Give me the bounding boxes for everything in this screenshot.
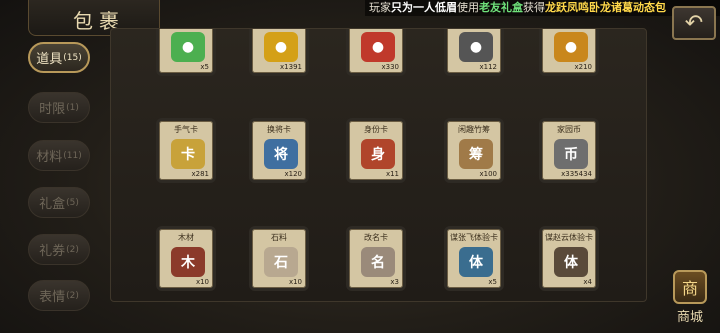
mall-icon-glyph: 商 <box>681 279 698 298</box>
item-slot[interactable]: ● x112 <box>444 29 504 76</box>
mall-icon: 商 <box>673 270 707 304</box>
tab-count: (2) <box>66 244 79 255</box>
tab-0[interactable]: 道具 (15) <box>28 42 90 73</box>
item-icon: 名 <box>361 247 395 277</box>
item-slot[interactable]: ● x210 <box>539 29 599 76</box>
broadcast-marquee: 玩家只为一人低眉使用老友礼盒获得龙跃凤鸣卧龙诸葛动态包 <box>365 0 720 16</box>
item-quantity: x5 <box>200 63 209 71</box>
item-slot[interactable]: 谋赵云体验卡体 x4 <box>539 226 599 291</box>
inventory-panel[interactable]: ● x5 ● x1391 ● x330 ● x112 ● x210 手气卡卡 x281 换将卡将 x120… <box>110 28 647 302</box>
marquee-verb: 获得 <box>523 1 545 14</box>
item-icon: 筹 <box>459 139 493 169</box>
back-button[interactable]: ↶ <box>672 6 716 40</box>
mall-label: 商城 <box>676 310 703 325</box>
item-slot[interactable]: 谋张飞体验卡体 x5 <box>444 226 504 291</box>
tab-3[interactable]: 礼盒 (5) <box>28 187 90 218</box>
tab-label: 时限 <box>39 102 66 117</box>
mall-button[interactable]: 商 商城 <box>664 270 716 328</box>
marquee-reward: 龙跃凤鸣 <box>545 1 589 14</box>
tab-count: (2) <box>66 290 79 301</box>
item-name: 木材 <box>178 233 194 242</box>
item-icon: 将 <box>264 139 298 169</box>
item-slot[interactable]: 手气卡卡 x281 <box>156 118 216 183</box>
item-quantity: x210 <box>574 63 592 71</box>
marquee-prefix: 玩家 <box>369 1 391 14</box>
item-slot[interactable]: 石料石 x10 <box>249 226 309 291</box>
item-slot[interactable]: ● x1391 <box>249 29 309 76</box>
tab-count: (11) <box>63 150 82 161</box>
item-icon: ● <box>264 32 298 62</box>
item-name: 石料 <box>271 233 287 242</box>
item-slot[interactable]: 家园币币 x335434 <box>539 118 599 183</box>
back-icon: ↶ <box>684 10 704 36</box>
tab-label: 礼盒 <box>39 197 66 212</box>
item-quantity: x10 <box>288 278 302 286</box>
item-quantity: x112 <box>479 63 497 71</box>
item-slot[interactable]: 闲趣竹筹筹 x100 <box>444 118 504 183</box>
item-slot[interactable]: ● x5 <box>156 29 216 76</box>
item-name: 家园币 <box>557 125 581 134</box>
item-icon: 石 <box>264 247 298 277</box>
item-quantity: x281 <box>191 170 209 178</box>
item-slot[interactable]: ● x330 <box>346 29 406 76</box>
item-icon: 卡 <box>171 139 205 169</box>
item-quantity: x10 <box>195 278 209 286</box>
tab-count: (5) <box>66 197 79 208</box>
item-icon: ● <box>554 32 588 62</box>
item-name: 换将卡 <box>267 125 291 134</box>
item-name: 手气卡 <box>174 125 198 134</box>
marquee-middle: 使用 <box>457 1 479 14</box>
item-name: 谋赵云体验卡 <box>545 233 593 242</box>
item-quantity: x5 <box>488 278 497 286</box>
item-slot[interactable]: 改名卡名 x3 <box>346 226 406 291</box>
item-quantity: x1391 <box>280 63 302 71</box>
tab-count: (1) <box>66 102 79 113</box>
item-icon: 体 <box>459 247 493 277</box>
item-icon: ● <box>459 32 493 62</box>
tab-label: 材料 <box>36 150 63 165</box>
item-quantity: x335434 <box>561 170 592 178</box>
item-quantity: x120 <box>284 170 302 178</box>
tab-4[interactable]: 礼券 (2) <box>28 234 90 265</box>
item-icon: 币 <box>554 139 588 169</box>
marquee-player: 只为一人低眉 <box>391 1 457 14</box>
tab-count: (15) <box>63 52 82 63</box>
tab-label: 表情 <box>39 290 66 305</box>
marquee-tail: 卧龙诸葛动态包 <box>589 1 666 14</box>
item-quantity: x330 <box>381 63 399 71</box>
item-slot[interactable]: 身份卡身 x11 <box>346 118 406 183</box>
item-quantity: x4 <box>583 278 592 286</box>
item-quantity: x11 <box>385 170 399 178</box>
tab-2[interactable]: 材料 (11) <box>28 140 90 171</box>
marquee-item: 老友礼盒 <box>479 1 523 14</box>
item-icon: 体 <box>554 247 588 277</box>
item-icon: ● <box>171 32 205 62</box>
item-name: 谋张飞体验卡 <box>450 233 498 242</box>
tab-5[interactable]: 表情 (2) <box>28 280 90 311</box>
item-quantity: x3 <box>390 278 399 286</box>
item-icon: ● <box>361 32 395 62</box>
item-name: 改名卡 <box>364 233 388 242</box>
tab-label: 礼券 <box>39 244 66 259</box>
tab-1[interactable]: 时限 (1) <box>28 92 90 123</box>
item-quantity: x100 <box>479 170 497 178</box>
item-slot[interactable]: 换将卡将 x120 <box>249 118 309 183</box>
item-icon: 木 <box>171 247 205 277</box>
item-icon: 身 <box>361 139 395 169</box>
item-slot[interactable]: 木材木 x10 <box>156 226 216 291</box>
tab-label: 道具 <box>36 52 63 67</box>
item-name: 闲趣竹筹 <box>458 125 490 134</box>
item-name: 身份卡 <box>364 125 388 134</box>
